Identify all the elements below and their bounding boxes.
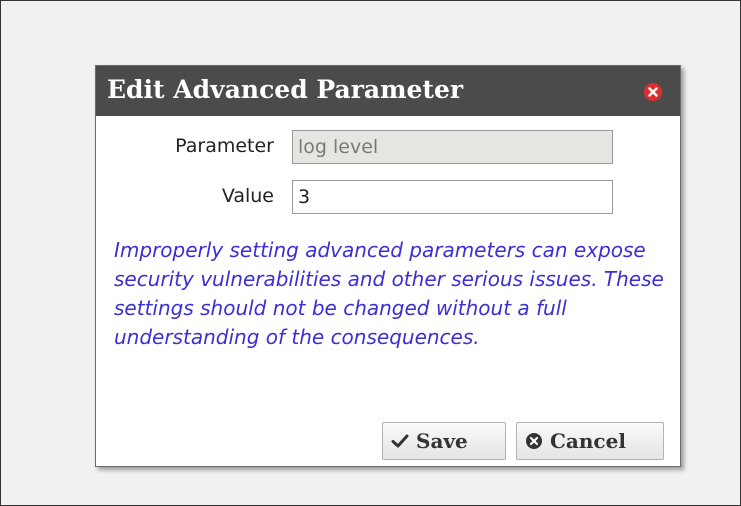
checkmark-icon bbox=[391, 433, 409, 449]
close-icon[interactable] bbox=[644, 83, 662, 101]
save-button[interactable]: Save bbox=[382, 422, 506, 460]
screenshot-frame: Edit Advanced Parameter Parameter Value … bbox=[0, 0, 741, 506]
cancel-button[interactable]: Cancel bbox=[516, 422, 664, 460]
save-button-label: Save bbox=[416, 429, 468, 453]
warning-text: Improperly setting advanced parameters c… bbox=[114, 238, 664, 349]
dialog-titlebar: Edit Advanced Parameter bbox=[96, 66, 680, 116]
value-label: Value bbox=[221, 185, 274, 207]
cancel-circle-icon bbox=[525, 432, 543, 450]
parameter-field bbox=[292, 130, 613, 164]
parameter-label: Parameter bbox=[175, 135, 274, 157]
cancel-button-label: Cancel bbox=[550, 429, 626, 453]
value-field[interactable] bbox=[292, 180, 613, 214]
dialog-title: Edit Advanced Parameter bbox=[107, 75, 464, 104]
edit-parameter-dialog: Edit Advanced Parameter Parameter Value … bbox=[95, 65, 681, 467]
